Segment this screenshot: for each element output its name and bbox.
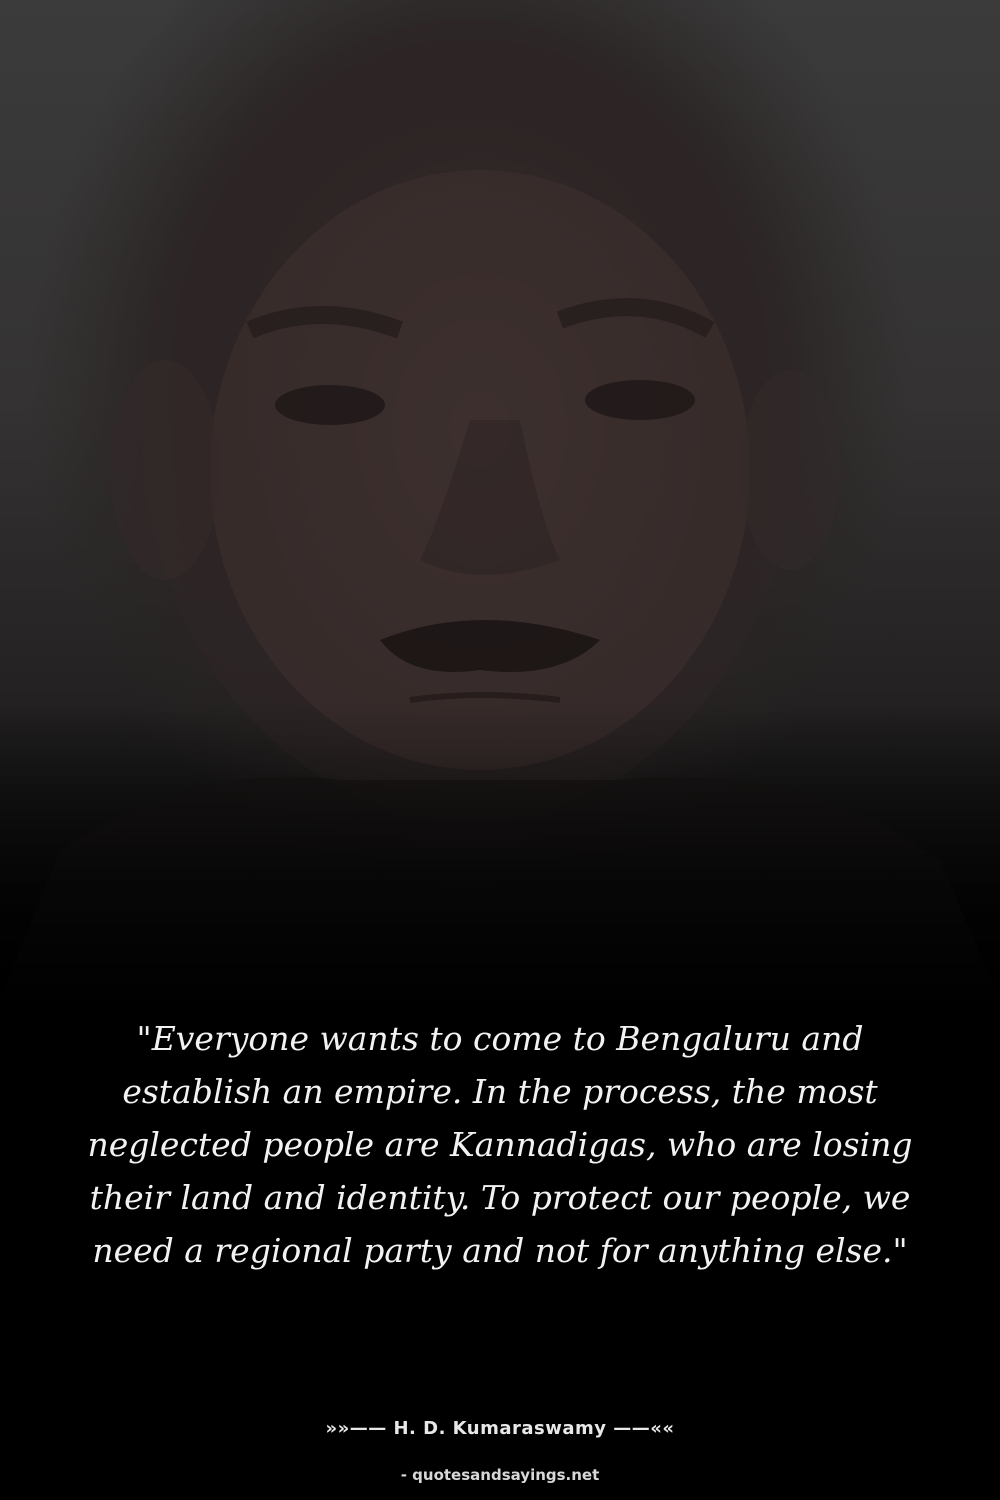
quote-text: "Everyone wants to come to Bengaluru and… [87, 1019, 913, 1270]
author-attribution: »»—— H. D. Kumaraswamy ——«« [325, 1418, 675, 1439]
photo-fade-overlay [0, 700, 1000, 1020]
source-watermark: - quotesandsayings.net [400, 1466, 600, 1484]
quote-card: "Everyone wants to come to Bengaluru and… [0, 0, 1000, 1500]
